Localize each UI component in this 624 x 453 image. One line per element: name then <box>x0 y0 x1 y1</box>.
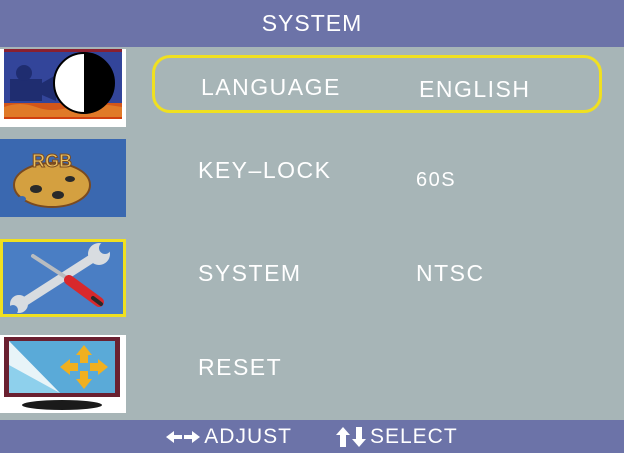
select-label: SELECT <box>369 424 458 448</box>
system-label: SYSTEM <box>198 260 302 286</box>
language-label: LANGUAGE <box>201 74 341 100</box>
rgb-palette-icon: RGB <box>0 139 126 217</box>
language-value: ENGLISH <box>419 76 531 102</box>
system-value: NTSC <box>416 260 485 286</box>
sidebar-item-system[interactable] <box>0 239 126 317</box>
key-lock-label: KEY–LOCK <box>198 157 332 183</box>
up-down-arrows-icon <box>335 426 366 447</box>
sidebar-item-rgb[interactable]: RGB <box>0 139 126 217</box>
osd-menu: SYSTEM RGB LANGUAGE ENGLISH KEY–LOCK 60S… <box>0 0 624 453</box>
menu-row-reset[interactable]: RESET <box>152 340 602 398</box>
footer-bar: ADJUST SELECT <box>0 420 624 453</box>
menu-row-language[interactable]: LANGUAGE ENGLISH <box>152 55 602 113</box>
screen-position-icon <box>0 335 126 413</box>
title-bar: SYSTEM <box>0 0 624 47</box>
sidebar: RGB <box>0 47 126 420</box>
menu-row-key-lock[interactable]: KEY–LOCK 60S <box>152 143 602 201</box>
left-right-arrows-icon <box>166 430 201 443</box>
menu-row-system[interactable]: SYSTEM NTSC <box>152 246 602 304</box>
rgb-icon-label: RGB <box>32 151 72 171</box>
sidebar-item-picture[interactable] <box>0 49 126 127</box>
picture-contrast-icon <box>0 49 126 127</box>
sidebar-item-screen[interactable] <box>0 335 126 413</box>
reset-label: RESET <box>198 354 283 380</box>
select-hint: SELECT <box>335 424 458 449</box>
adjust-label: ADJUST <box>204 424 292 448</box>
key-lock-value: 60S <box>416 169 457 191</box>
wrench-screwdriver-icon <box>3 242 123 314</box>
page-title: SYSTEM <box>261 10 363 36</box>
adjust-hint: ADJUST <box>166 425 292 449</box>
